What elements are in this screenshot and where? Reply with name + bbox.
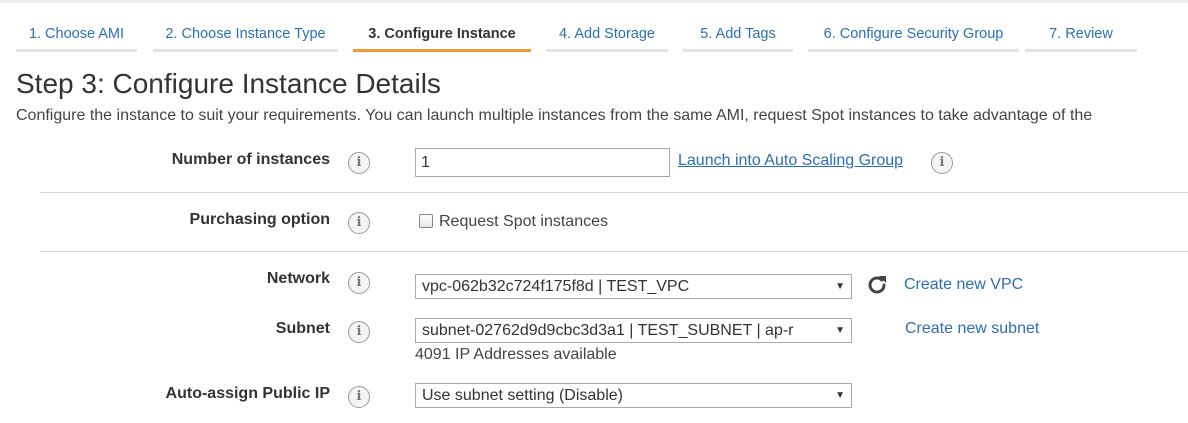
auto-assign-ip-label: Auto-assign Public IP [165, 385, 330, 402]
info-icon[interactable]: i [348, 212, 370, 234]
number-of-instances-label: Number of instances [171, 151, 330, 168]
refresh-icon[interactable] [865, 273, 889, 297]
tab-configure-instance[interactable]: 3. Configure Instance [353, 16, 531, 52]
page-description: Configure the instance to suit your requ… [16, 107, 1093, 124]
launch-auto-scaling-link[interactable]: Launch into Auto Scaling Group [678, 152, 903, 170]
info-icon[interactable]: i [348, 272, 370, 294]
tab-add-tags[interactable]: 5. Add Tags [683, 16, 793, 52]
ip-addresses-available: 4091 IP Addresses available [415, 346, 617, 363]
info-icon[interactable]: i [931, 152, 953, 174]
info-icon[interactable]: i [348, 321, 370, 343]
auto-assign-ip-select[interactable]: Use subnet setting (Disable) ▼ [415, 383, 852, 408]
create-new-vpc-link[interactable]: Create new VPC [904, 276, 1023, 294]
create-new-subnet-link[interactable]: Create new subnet [905, 320, 1039, 338]
subnet-select[interactable]: subnet-02762d9d9cbc3d3a1 | TEST_SUBNET |… [415, 318, 852, 343]
chevron-down-icon: ▼ [835, 390, 845, 401]
auto-assign-ip-select-value: Use subnet setting (Disable) [422, 387, 623, 404]
spot-instances-label[interactable]: Request Spot instances [439, 213, 608, 231]
purchasing-option-label: Purchasing option [189, 211, 330, 228]
number-of-instances-input[interactable] [415, 148, 670, 177]
top-border [0, 0, 1188, 3]
tab-configure-security-group[interactable]: 6. Configure Security Group [808, 16, 1019, 52]
info-icon[interactable]: i [348, 152, 370, 174]
info-icon[interactable]: i [348, 386, 370, 408]
tab-review[interactable]: 7. Review [1025, 16, 1137, 52]
divider [40, 192, 1188, 193]
tab-add-storage[interactable]: 4. Add Storage [546, 16, 668, 52]
spot-instances-checkbox[interactable] [419, 214, 433, 228]
chevron-down-icon: ▼ [835, 281, 845, 292]
tab-choose-ami[interactable]: 1. Choose AMI [16, 16, 137, 52]
network-label: Network [266, 270, 330, 287]
network-select[interactable]: vpc-062b32c724f175f8d | TEST_VPC ▼ [415, 274, 852, 299]
network-select-value: vpc-062b32c724f175f8d | TEST_VPC [422, 278, 690, 295]
subnet-label: Subnet [275, 320, 330, 337]
page-title: Step 3: Configure Instance Details [16, 68, 441, 99]
tab-choose-instance-type[interactable]: 2. Choose Instance Type [153, 16, 338, 52]
divider [40, 251, 1188, 252]
subnet-select-value: subnet-02762d9d9cbc3d3a1 | TEST_SUBNET |… [422, 322, 794, 339]
chevron-down-icon: ▼ [835, 325, 845, 336]
